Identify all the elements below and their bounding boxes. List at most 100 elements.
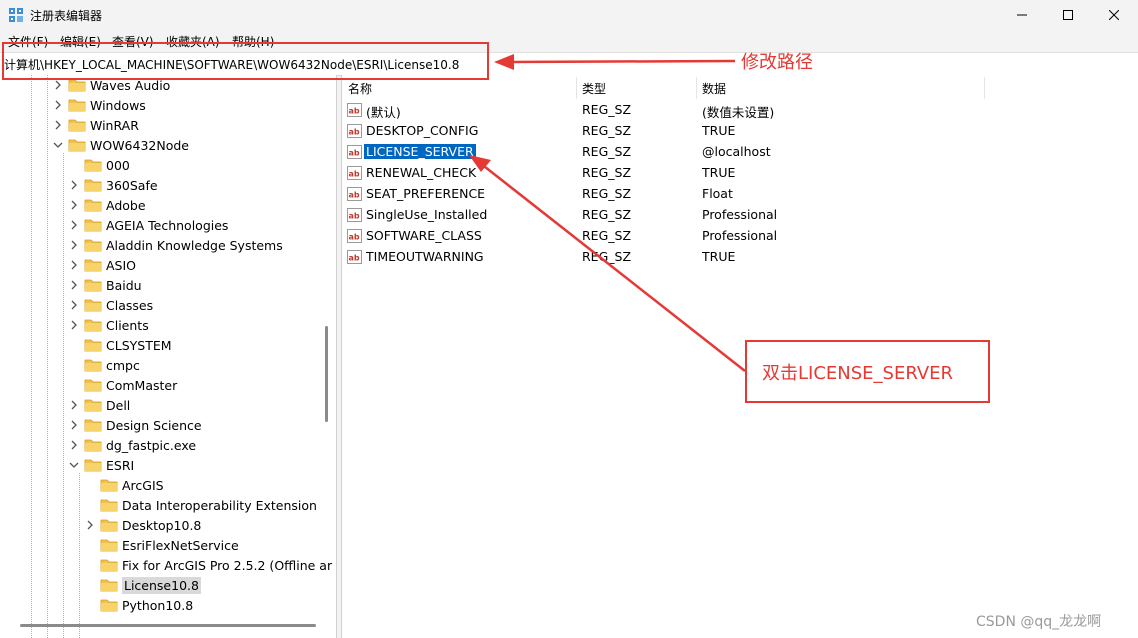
column-header-type[interactable]: 类型: [582, 77, 606, 99]
folder-icon: [68, 78, 86, 92]
tree-item[interactable]: Baidu: [68, 275, 142, 295]
string-value-icon: ab: [347, 187, 362, 201]
folder-icon: [100, 478, 118, 492]
value-type: REG_SZ: [582, 249, 632, 264]
svg-text:ab: ab: [349, 212, 360, 221]
folder-icon: [84, 198, 102, 212]
tree-item[interactable]: ArcGIS: [84, 475, 164, 495]
tree-guide-line: [79, 473, 80, 638]
tree-item[interactable]: WinRAR: [52, 115, 139, 135]
close-button[interactable]: [1091, 0, 1137, 30]
column-separator[interactable]: [984, 77, 985, 99]
value-name[interactable]: LICENSE_SERVER: [363, 143, 477, 160]
value-data: Float: [702, 186, 733, 201]
folder-icon: [84, 418, 102, 432]
folder-icon: [100, 598, 118, 612]
chevron-right-icon[interactable]: [68, 319, 80, 331]
tree-item[interactable]: Python10.8: [84, 595, 193, 615]
folder-icon: [84, 238, 102, 252]
tree-item[interactable]: CLSYSTEM: [68, 335, 172, 355]
folder-icon: [84, 178, 102, 192]
maximize-button[interactable]: [1045, 0, 1091, 30]
chevron-right-icon[interactable]: [52, 119, 64, 131]
value-row[interactable]: ab (默认) REG_SZ (数值未设置): [342, 100, 1138, 121]
tree-guide-line: [47, 75, 48, 638]
chevron-down-icon[interactable]: [68, 459, 80, 471]
close-icon: [1109, 10, 1119, 20]
svg-text:ab: ab: [349, 254, 360, 263]
tree-item-label: ASIO: [106, 257, 137, 273]
tree-item[interactable]: 000: [68, 155, 130, 175]
tree-item[interactable]: 360Safe: [68, 175, 158, 195]
chevron-right-icon[interactable]: [68, 259, 80, 271]
chevron-right-icon[interactable]: [52, 99, 64, 111]
chevron-down-icon[interactable]: [52, 139, 64, 151]
chevron-right-icon[interactable]: [52, 79, 64, 91]
value-data: TRUE: [702, 249, 736, 264]
tree-item-label: Adobe: [106, 197, 146, 213]
minimize-button[interactable]: [999, 0, 1045, 30]
tree-item[interactable]: Design Science: [68, 415, 202, 435]
column-header-data[interactable]: 数据: [702, 77, 726, 99]
chevron-right-icon[interactable]: [68, 179, 80, 191]
tree-item[interactable]: Data Interoperability Extension: [84, 495, 317, 515]
value-row[interactable]: ab SOFTWARE_CLASS REG_SZ Professional: [342, 226, 1138, 247]
chevron-right-icon[interactable]: [68, 239, 80, 251]
value-name[interactable]: (默认): [364, 102, 403, 121]
value-name[interactable]: DESKTOP_CONFIG: [364, 123, 480, 138]
tree-item[interactable]: Dell: [68, 395, 130, 415]
values-pane[interactable]: 名称 类型 数据 ab (默认) REG_SZ (数值未设置) ab DESKTOP_CO…: [341, 75, 1138, 638]
chevron-right-icon[interactable]: [68, 439, 80, 451]
tree-item[interactable]: License10.8: [84, 575, 201, 595]
value-name[interactable]: SOFTWARE_CLASS: [364, 228, 484, 243]
value-row[interactable]: ab DESKTOP_CONFIG REG_SZ TRUE: [342, 121, 1138, 142]
tree-item[interactable]: AGEIA Technologies: [68, 215, 228, 235]
tree-item-label: Python10.8: [122, 597, 194, 613]
tree-item[interactable]: EsriFlexNetService: [84, 535, 239, 555]
tree-item[interactable]: Aladdin Knowledge Systems: [68, 235, 283, 255]
chevron-right-icon[interactable]: [68, 199, 80, 211]
tree-item[interactable]: cmpc: [68, 355, 140, 375]
tree-item[interactable]: ASIO: [68, 255, 136, 275]
folder-icon: [68, 98, 86, 112]
value-row[interactable]: ab LICENSE_SERVER REG_SZ @localhost: [342, 142, 1138, 163]
tree-item-label: Desktop10.8: [122, 517, 202, 533]
tree-item[interactable]: ESRI: [68, 455, 134, 475]
column-header-name[interactable]: 名称: [348, 77, 372, 99]
tree-item[interactable]: Adobe: [68, 195, 146, 215]
tree-item[interactable]: dg_fastpic.exe: [68, 435, 196, 455]
string-value-icon: ab: [347, 250, 362, 264]
value-name[interactable]: RENEWAL_CHECK: [364, 165, 478, 180]
key-tree-pane[interactable]: Waves Audio Windows WinRAR WOW6432Node 000 36…: [0, 75, 337, 638]
value-name[interactable]: SEAT_PREFERENCE: [364, 186, 487, 201]
value-data: TRUE: [702, 123, 736, 138]
value-name[interactable]: SingleUse_Installed: [364, 207, 489, 222]
tree-horizontal-scrollbar[interactable]: [20, 624, 316, 627]
value-row[interactable]: ab SEAT_PREFERENCE REG_SZ Float: [342, 184, 1138, 205]
tree-item[interactable]: Clients: [68, 315, 149, 335]
column-separator[interactable]: [696, 77, 697, 99]
tree-item[interactable]: Fix for ArcGIS Pro 2.5.2 (Offline ar: [84, 555, 332, 575]
chevron-right-icon[interactable]: [68, 279, 80, 291]
regedit-app-icon: [9, 8, 23, 22]
folder-icon: [100, 538, 118, 552]
value-row[interactable]: ab RENEWAL_CHECK REG_SZ TRUE: [342, 163, 1138, 184]
column-separator[interactable]: [576, 77, 577, 99]
tree-item[interactable]: WOW6432Node: [52, 135, 189, 155]
chevron-right-icon[interactable]: [68, 419, 80, 431]
value-type: REG_SZ: [582, 165, 632, 180]
tree-item[interactable]: ComMaster: [68, 375, 177, 395]
value-row[interactable]: ab TIMEOUTWARNING REG_SZ TRUE: [342, 247, 1138, 268]
tree-item-label: License10.8: [122, 576, 201, 594]
tree-item[interactable]: Windows: [52, 95, 146, 115]
tree-item[interactable]: Classes: [68, 295, 153, 315]
chevron-right-icon[interactable]: [68, 399, 80, 411]
value-row[interactable]: ab SingleUse_Installed REG_SZ Professional: [342, 205, 1138, 226]
chevron-right-icon[interactable]: [84, 519, 96, 531]
value-name[interactable]: TIMEOUTWARNING: [364, 249, 486, 264]
value-type: REG_SZ: [582, 228, 632, 243]
tree-scroll-thumb[interactable]: [325, 326, 328, 422]
chevron-right-icon[interactable]: [68, 299, 80, 311]
chevron-right-icon[interactable]: [68, 219, 80, 231]
tree-item[interactable]: Desktop10.8: [84, 515, 201, 535]
